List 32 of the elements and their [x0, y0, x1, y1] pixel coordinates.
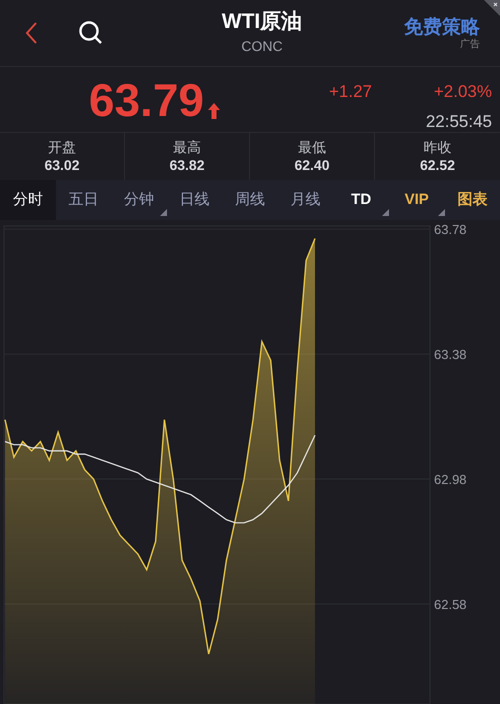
close-icon[interactable]	[484, 0, 500, 16]
instrument-title: WTI原油	[222, 9, 302, 36]
period-tab[interactable]: 图表	[444, 180, 500, 220]
stat-label: 昨收	[424, 139, 452, 156]
stat-value: 62.40	[294, 156, 330, 174]
change-percent: +2.03%	[434, 81, 492, 103]
stat-label: 开盘	[48, 139, 76, 156]
period-tab[interactable]: 分钟	[111, 180, 167, 220]
axis-label: 62.58	[434, 597, 467, 612]
stat-value: 62.52	[420, 156, 456, 174]
stat-value: 63.82	[169, 156, 205, 174]
stat-label: 最高	[173, 139, 201, 156]
period-tab[interactable]: 周线	[222, 180, 278, 220]
axis-label: 63.38	[434, 347, 467, 362]
ad-link[interactable]: 免费策略	[404, 16, 480, 40]
search-icon[interactable]	[78, 20, 104, 46]
stat-value: 63.02	[44, 156, 80, 174]
last-price: 63.79	[88, 76, 204, 122]
axis-label: 63.78	[434, 222, 467, 238]
axis-label: 62.98	[434, 472, 467, 488]
period-tab[interactable]: 五日	[56, 180, 112, 220]
period-tab[interactable]: TD	[333, 180, 389, 220]
period-tab[interactable]: 日线	[166, 180, 222, 220]
stat-label: 最低	[298, 139, 326, 156]
period-tab[interactable]: 分时	[0, 180, 56, 220]
price-change: +1.27	[328, 81, 372, 103]
quote-time: 22:55:45	[426, 110, 492, 132]
instrument-code: CONC	[241, 36, 283, 56]
back-icon[interactable]	[24, 21, 38, 45]
period-tab[interactable]: VIP	[388, 180, 444, 220]
period-tab[interactable]: 月线	[278, 180, 334, 220]
ad-tag: 广告	[460, 40, 480, 50]
